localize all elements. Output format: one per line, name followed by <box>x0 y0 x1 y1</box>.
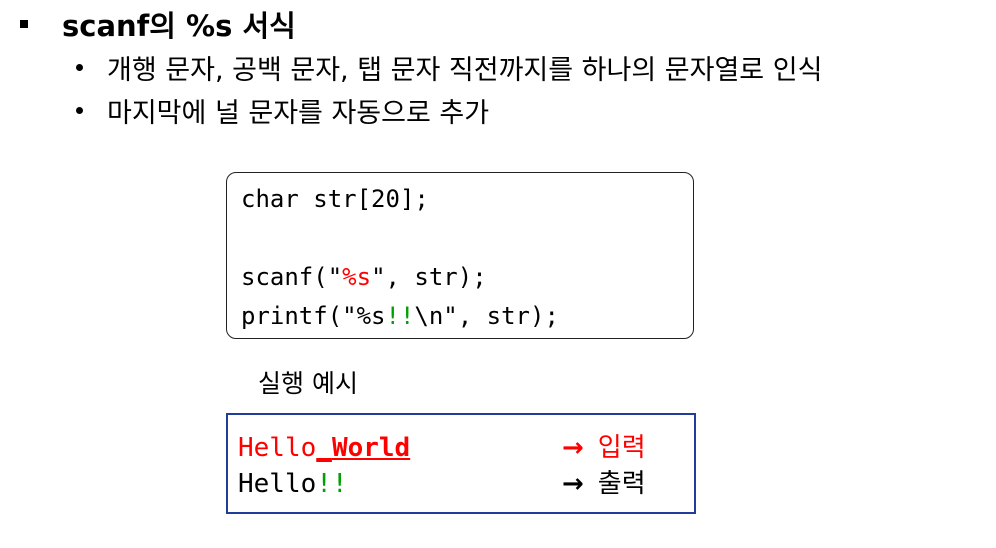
output-line: Hello!! <box>238 467 348 501</box>
output-text: Hello <box>238 469 317 499</box>
bullet-item-1: 개행 문자, 공백 문자, 탭 문자 직전까지를 하나의 문자열로 인식 <box>76 46 822 88</box>
code-text: char str[20]; <box>241 185 429 213</box>
output-exclamation: !! <box>316 469 348 499</box>
caption-text: 실행 예시 <box>258 369 358 398</box>
code-text: ", str); <box>371 263 487 291</box>
input-label: → 입력 <box>562 431 646 465</box>
section-heading: scanf의 %s 서식 <box>20 4 296 44</box>
arrow-right-icon: → <box>562 469 584 499</box>
code-line-scanf: scanf("%s", str); <box>241 262 487 292</box>
bullet-text-2: 마지막에 널 문자를 자동으로 추가 <box>107 97 490 129</box>
heading-title: scanf의 %s 서식 <box>62 9 296 43</box>
code-snippet-box: char str[20]; scanf("%s", str); printf("… <box>226 172 694 339</box>
exclamation-marks: !! <box>385 302 415 330</box>
bullet-item-2: 마지막에 널 문자를 자동으로 추가 <box>76 89 489 131</box>
code-text: \n", str); <box>414 302 559 330</box>
output-label: → 출력 <box>562 467 646 501</box>
run-example-box: Hello_World → 입력 Hello!! → 출력 <box>226 413 696 514</box>
input-text: Hello <box>238 433 317 463</box>
dot-bullet-icon <box>76 106 83 114</box>
input-line: Hello_World <box>238 431 410 465</box>
square-bullet-icon <box>20 20 28 28</box>
input-underscore: _ <box>316 433 332 463</box>
dot-bullet-icon <box>76 63 83 71</box>
arrow-right-icon: → <box>562 433 584 463</box>
format-specifier: %s <box>342 263 372 291</box>
code-text: printf("%s <box>241 302 386 330</box>
input-word: World <box>331 433 411 463</box>
code-line-declaration: char str[20]; <box>241 184 429 214</box>
code-text: scanf(" <box>241 263 343 291</box>
run-example-caption: 실행 예시 <box>258 362 358 402</box>
output-label-text: 출력 <box>597 469 646 499</box>
code-line-printf: printf("%s!!\n", str); <box>241 301 559 331</box>
bullet-text-1: 개행 문자, 공백 문자, 탭 문자 직전까지를 하나의 문자열로 인식 <box>107 54 823 86</box>
input-label-text: 입력 <box>597 433 646 463</box>
